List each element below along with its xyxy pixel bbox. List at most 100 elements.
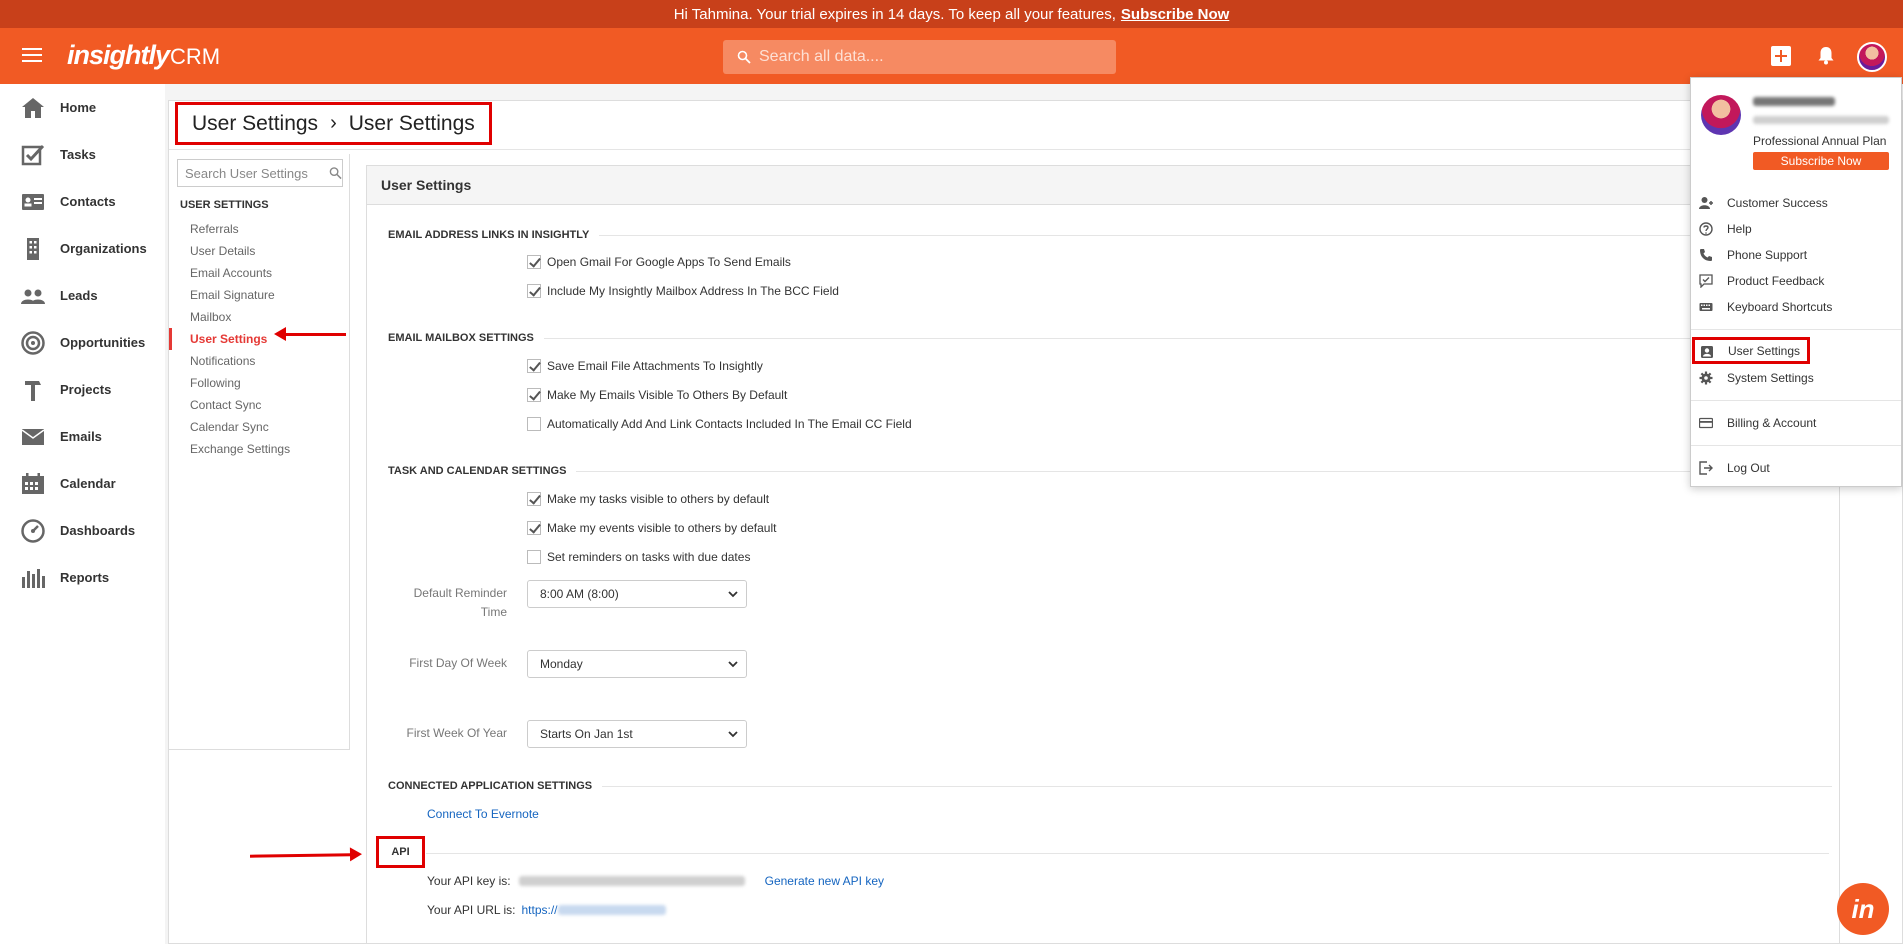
settings-nav-item-email-signature[interactable]: Email Signature	[169, 284, 349, 306]
option-label: Save Email File Attachments To Insightly	[547, 359, 763, 373]
checkbox[interactable]	[527, 255, 541, 269]
option-include-bcc[interactable]: Include My Insightly Mailbox Address In …	[527, 284, 839, 298]
settings-nav-item-referrals[interactable]: Referrals	[169, 218, 349, 240]
section-title-text: EMAIL MAILBOX SETTINGS	[388, 332, 534, 344]
section-title-text: TASK AND CALENDAR SETTINGS	[388, 465, 567, 477]
menu-item-customer-success[interactable]: Customer Success	[1691, 191, 1901, 215]
first-week-select[interactable]: Starts On Jan 1st	[527, 720, 747, 748]
menu-item-label: Phone Support	[1727, 248, 1808, 262]
menu-item-phone-support[interactable]: Phone Support	[1691, 243, 1901, 267]
breadcrumb: User Settings › User Settings	[175, 102, 492, 145]
sidebar-item-leads[interactable]: Leads	[0, 272, 165, 319]
api-url-link[interactable]: https://	[522, 903, 558, 917]
profile-plan: Professional Annual Plan	[1753, 134, 1887, 148]
profile-subscribe-button[interactable]: Subscribe Now	[1753, 152, 1889, 170]
add-new-plus-icon[interactable]	[1771, 46, 1791, 66]
global-search-input[interactable]	[759, 48, 1099, 66]
first-day-label: First Day Of Week	[409, 656, 507, 670]
section-api-title: API	[376, 836, 425, 868]
option-emails-visible[interactable]: Make My Emails Visible To Others By Defa…	[527, 388, 787, 402]
settings-nav-item-notifications[interactable]: Notifications	[169, 350, 349, 372]
label-line-2: Time	[480, 605, 507, 619]
settings-search-input[interactable]	[185, 165, 325, 181]
subscribe-now-link[interactable]: Subscribe Now	[1121, 6, 1229, 23]
checkbox[interactable]	[527, 359, 541, 373]
menu-item-label: Log Out	[1727, 461, 1770, 475]
product-name: CRM	[170, 44, 221, 69]
sidebar-item-opportunities[interactable]: Opportunities	[0, 319, 165, 366]
notifications-bell-icon[interactable]	[1815, 44, 1837, 66]
dashboards-icon	[20, 518, 46, 543]
checkbox[interactable]	[527, 492, 541, 506]
menu-item-billing[interactable]: Billing & Account	[1691, 411, 1901, 435]
settings-nav-item-user-settings[interactable]: User Settings	[169, 328, 349, 350]
checkbox[interactable]	[527, 417, 541, 431]
option-events-visible[interactable]: Make my events visible to others by defa…	[527, 521, 776, 535]
first-day-select[interactable]: Monday	[527, 650, 747, 678]
main-sidebar: Home Tasks Contacts Organizations Leads …	[0, 84, 165, 944]
checkbox[interactable]	[527, 550, 541, 564]
global-search[interactable]	[723, 40, 1116, 74]
menu-item-label: Help	[1727, 222, 1752, 236]
feedback-icon	[1699, 274, 1713, 288]
option-label: Make my events visible to others by defa…	[547, 521, 777, 535]
option-task-reminders[interactable]: Set reminders on tasks with due dates	[527, 550, 750, 564]
option-open-gmail[interactable]: Open Gmail For Google Apps To Send Email…	[527, 255, 791, 269]
sidebar-item-contacts[interactable]: Contacts	[0, 178, 165, 225]
settings-search[interactable]	[177, 159, 343, 187]
settings-nav-item-calendar-sync[interactable]: Calendar Sync	[169, 416, 349, 438]
menu-item-help[interactable]: Help	[1691, 217, 1901, 241]
default-reminder-select[interactable]: 8:00 AM (8:00)	[527, 580, 747, 608]
user-avatar[interactable]	[1857, 42, 1887, 72]
sidebar-item-calendar[interactable]: Calendar	[0, 460, 165, 507]
sidebar-item-label: Opportunities	[60, 335, 146, 350]
settings-nav-item-contact-sync[interactable]: Contact Sync	[169, 394, 349, 416]
api-url-value-redacted	[557, 905, 666, 915]
option-label: Make My Emails Visible To Others By Defa…	[547, 388, 788, 402]
chevron-down-icon	[728, 731, 738, 738]
sidebar-item-reports[interactable]: Reports	[0, 554, 165, 601]
checkbox[interactable]	[527, 521, 541, 535]
select-value: Monday	[540, 657, 583, 671]
breadcrumb-parent[interactable]: User Settings	[192, 112, 318, 136]
settings-nav-item-email-accounts[interactable]: Email Accounts	[169, 262, 349, 284]
api-key-row: Your API key is: Generate new API key	[427, 874, 884, 888]
menu-divider	[1691, 329, 1901, 330]
sidebar-item-emails[interactable]: Emails	[0, 413, 165, 460]
settings-nav-item-exchange-settings[interactable]: Exchange Settings	[169, 438, 349, 460]
settings-nav-item-user-details[interactable]: User Details	[169, 240, 349, 262]
option-auto-link-cc[interactable]: Automatically Add And Link Contacts Incl…	[527, 417, 912, 431]
option-tasks-visible[interactable]: Make my tasks visible to others by defau…	[527, 492, 769, 506]
option-label: Make my tasks visible to others by defau…	[547, 492, 770, 506]
settings-nav-item-mailbox[interactable]: Mailbox	[169, 306, 349, 328]
menu-item-label: System Settings	[1727, 371, 1814, 385]
select-value: 8:00 AM (8:00)	[540, 587, 619, 601]
checkbox[interactable]	[527, 388, 541, 402]
menu-item-logout[interactable]: Log Out	[1691, 456, 1901, 480]
sidebar-item-tasks[interactable]: Tasks	[0, 131, 165, 178]
sidebar-item-projects[interactable]: Projects	[0, 366, 165, 413]
sidebar-item-dashboards[interactable]: Dashboards	[0, 507, 165, 554]
hamburger-menu-icon[interactable]	[22, 48, 42, 64]
sidebar-item-label: Dashboards	[60, 523, 136, 538]
generate-api-key-link[interactable]: Generate new API key	[765, 874, 884, 888]
sidebar-item-label: Projects	[60, 382, 112, 397]
api-divider	[426, 853, 1829, 854]
sidebar-item-organizations[interactable]: Organizations	[0, 225, 165, 272]
search-icon[interactable]	[329, 166, 342, 180]
menu-item-keyboard-shortcuts[interactable]: Keyboard Shortcuts	[1691, 295, 1901, 319]
menu-divider	[1691, 445, 1901, 446]
search-icon	[737, 50, 751, 64]
menu-item-user-settings[interactable]: User Settings	[1692, 337, 1810, 364]
menu-item-product-feedback[interactable]: Product Feedback	[1691, 269, 1901, 293]
settings-nav-item-following[interactable]: Following	[169, 372, 349, 394]
invision-badge-icon[interactable]: in	[1837, 883, 1889, 935]
sidebar-item-home[interactable]: Home	[0, 84, 165, 131]
insightly-logo[interactable]: insightly	[67, 40, 170, 71]
menu-item-label: Keyboard Shortcuts	[1727, 300, 1833, 314]
menu-item-system-settings[interactable]: System Settings	[1691, 366, 1901, 390]
connect-evernote-link[interactable]: Connect To Evernote	[427, 807, 539, 821]
option-save-attachments[interactable]: Save Email File Attachments To Insightly	[527, 359, 763, 373]
checkbox[interactable]	[527, 284, 541, 298]
trial-banner: Hi Tahmina. Your trial expires in 14 day…	[0, 0, 1903, 28]
